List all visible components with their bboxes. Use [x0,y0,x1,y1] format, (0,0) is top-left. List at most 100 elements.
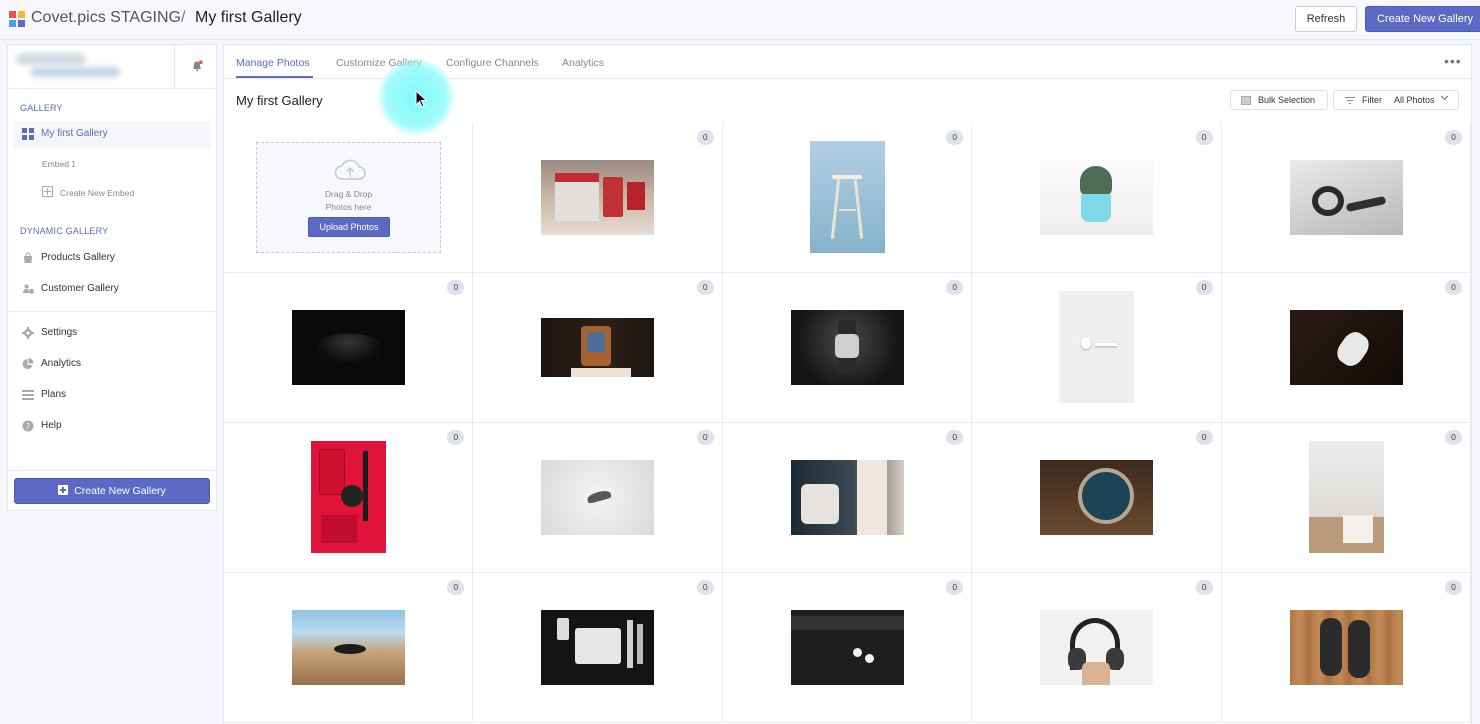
bell-icon[interactable] [191,60,203,72]
sidebar-item-label: Plans [41,389,67,400]
sidebar-item-analytics[interactable]: Analytics [14,351,210,377]
sidebar-item-label: My first Gallery [41,128,108,139]
photo-card[interactable]: 0 [722,423,973,573]
photo-card[interactable]: 0 [722,123,973,273]
photo-card[interactable]: 0 [972,123,1222,273]
mouse-cursor-icon [415,90,427,108]
photo-card[interactable]: 0 [972,573,1222,723]
photo-timbits [541,160,655,235]
page-title: My first Gallery [195,9,302,26]
photo-count-badge: 0 [447,580,465,595]
filter-dropdown[interactable]: Filter All Photos [1333,90,1459,110]
photo-card[interactable]: 0 [1221,273,1471,423]
sidebar-item-help[interactable]: ? Help [14,413,210,439]
photo-smartwatch-stand [541,318,655,377]
photo-card[interactable]: 0 [972,423,1222,573]
photo-red-flatlay [311,441,386,553]
sidebar: GALLERY My first Gallery Embed 1 Create … [7,44,217,511]
photo-candle [1308,441,1384,553]
photo-converse-sneakers [1289,610,1403,685]
photo-count-badge: 0 [946,430,964,445]
customer-icon [23,284,34,294]
photo-card[interactable]: 0 [473,573,723,723]
sidebar-item-customer-gallery[interactable]: Customer Gallery [14,276,210,302]
photo-count-badge: 0 [946,280,964,295]
photo-count-badge: 0 [1195,580,1213,595]
photo-keyboard-earphones [790,610,904,685]
sidebar-item-label: Help [41,420,62,431]
active-tab-indicator [236,76,313,78]
create-new-gallery-button[interactable]: Create New Gallery [1365,6,1480,32]
gear-icon [22,327,34,339]
filter-label: Filter [1362,95,1382,105]
covet-logo-icon [9,11,25,27]
photo-count-badge: 0 [696,280,714,295]
photo-count-badge: 0 [1444,580,1462,595]
photo-card[interactable]: 0 [473,423,723,573]
photo-headphones-hand [1040,610,1154,685]
photo-watch-dark [790,310,904,385]
chevron-down-icon [1440,92,1449,101]
photo-card[interactable]: 0 [972,273,1222,423]
main-panel: Manage Photos Customize Gallery Configur… [223,44,1472,724]
upload-photos-button[interactable]: Upload Photos [308,217,390,237]
more-options-icon[interactable]: ••• [1444,53,1462,69]
photo-card[interactable]: 0 [224,573,474,723]
photo-count-badge: 0 [696,130,714,145]
photo-card[interactable]: 0 [1221,123,1471,273]
create-new-gallery-side-button[interactable]: Create New Gallery [14,478,210,504]
sidebar-item-my-first-gallery[interactable]: My first Gallery [14,121,210,147]
plus-icon [58,485,69,495]
photo-succulent [1040,160,1154,235]
bulk-selection-button[interactable]: Bulk Selection [1230,90,1328,110]
tab-analytics[interactable]: Analytics [562,57,604,69]
sidebar-item-label: Customer Gallery [41,283,119,294]
sidebar-item-embed-1[interactable]: Embed 1 [42,159,76,169]
upload-dropzone[interactable]: Drag & Drop Photos here Upload Photos [256,142,441,253]
gallery-section-heading: GALLERY [20,103,63,113]
photo-count-badge: 0 [1444,130,1462,145]
drag-drop-subtext: Photos here [325,202,372,212]
photo-card[interactable]: 0 [224,423,474,573]
svg-text:?: ? [26,422,30,431]
sidebar-item-label: Analytics [41,358,82,369]
photo-card[interactable]: 0 [722,573,973,723]
help-icon: ? [22,420,34,432]
sidebar-item-plans[interactable]: Plans [14,382,210,408]
account-url-blurred [30,67,120,77]
photo-card[interactable]: 0 [473,123,723,273]
gallery-title: My first Gallery [236,93,323,108]
photo-card[interactable]: 0 [224,273,474,423]
create-new-embed-link[interactable]: Create New Embed [60,188,134,198]
sidebar-item-products-gallery[interactable]: Products Gallery [14,245,210,271]
photo-tech-flatlay [541,610,655,685]
photo-pocket-watch [1040,460,1154,535]
photo-card[interactable]: 0 [473,273,723,423]
breadcrumb-separator: / [181,9,186,26]
tab-manage-photos[interactable]: Manage Photos [236,57,310,69]
tab-configure-channels[interactable]: Configure Channels [446,57,539,69]
photo-count-badge: 0 [1444,430,1462,445]
sidebar-item-label: Settings [41,327,78,338]
top-bar: Covet.pics STAGING / My first Gallery Re… [0,0,1480,40]
photo-backpack [790,460,904,535]
account-name-blurred [16,53,86,65]
photo-count-badge: 0 [1195,280,1213,295]
photo-card[interactable]: 0 [722,273,973,423]
account-info[interactable] [8,45,216,89]
photo-card[interactable]: 0 [1221,423,1471,573]
refresh-button[interactable]: Refresh [1295,6,1357,32]
sidebar-item-settings[interactable]: Settings [14,320,210,346]
photo-count-badge: 0 [1195,430,1213,445]
photo-card[interactable]: 0 [1221,573,1471,723]
app-title[interactable]: Covet.pics STAGING [31,9,181,27]
photo-game-controller [292,310,405,385]
cloud-upload-icon [334,159,366,180]
sidebar-divider [8,311,216,312]
drag-drop-text: Drag & Drop [324,189,373,199]
photo-count-badge: 0 [946,580,964,595]
filter-value: All Photos [1394,95,1435,105]
photo-count-badge: 0 [1444,280,1462,295]
photo-count-badge: 0 [946,130,964,145]
list-icon [22,390,34,400]
